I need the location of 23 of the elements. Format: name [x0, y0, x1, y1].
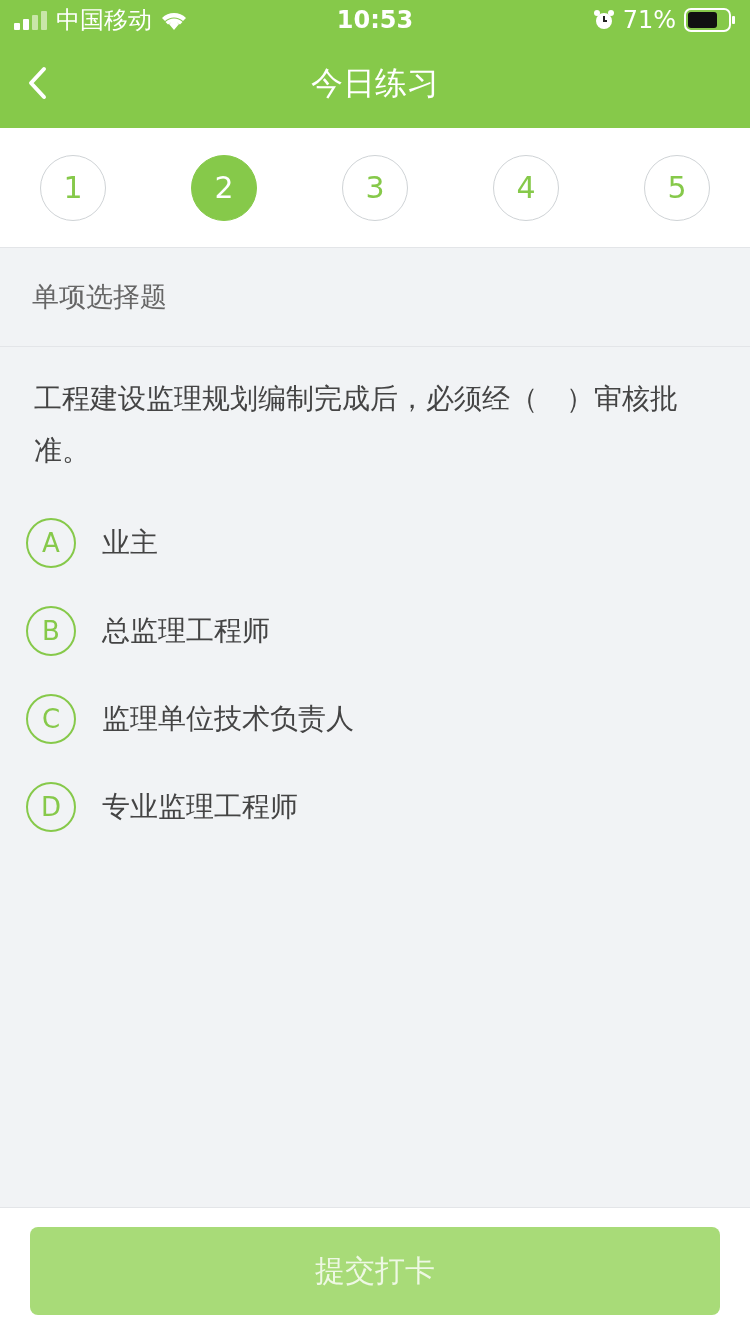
- question-number-tab[interactable]: 4: [493, 154, 559, 221]
- question-number-tab[interactable]: 1: [40, 154, 106, 221]
- battery-percentage: 71%: [622, 6, 676, 34]
- battery-icon: [684, 8, 736, 32]
- question-text: 工程建设监理规划编制完成后，必须经（ ）审核批准。: [34, 381, 679, 469]
- clock-time: 10:53: [336, 6, 414, 34]
- option-text[interactable]: 专业监理工程师: [102, 788, 298, 826]
- option-letter[interactable]: B: [26, 606, 76, 656]
- option-text[interactable]: 业主: [102, 524, 158, 562]
- question-type-label: 单项选择题: [32, 280, 167, 314]
- question-number-tab[interactable]: 2: [191, 154, 257, 221]
- option-letter[interactable]: C: [26, 694, 76, 744]
- back-button[interactable]: [26, 66, 48, 100]
- option-letter[interactable]: D: [26, 782, 76, 832]
- question-number-tab[interactable]: 5: [644, 154, 710, 221]
- option-text[interactable]: 监理单位技术负责人: [102, 700, 354, 738]
- carrier-name: 中国移动: [56, 5, 152, 36]
- alarm-clock-icon: [592, 9, 615, 31]
- signal-icon: [14, 10, 48, 30]
- option-letter[interactable]: A: [26, 518, 76, 568]
- page-title: 今日练习: [311, 63, 439, 104]
- question-number-tab[interactable]: 3: [342, 154, 408, 221]
- option-text[interactable]: 总监理工程师: [102, 612, 270, 650]
